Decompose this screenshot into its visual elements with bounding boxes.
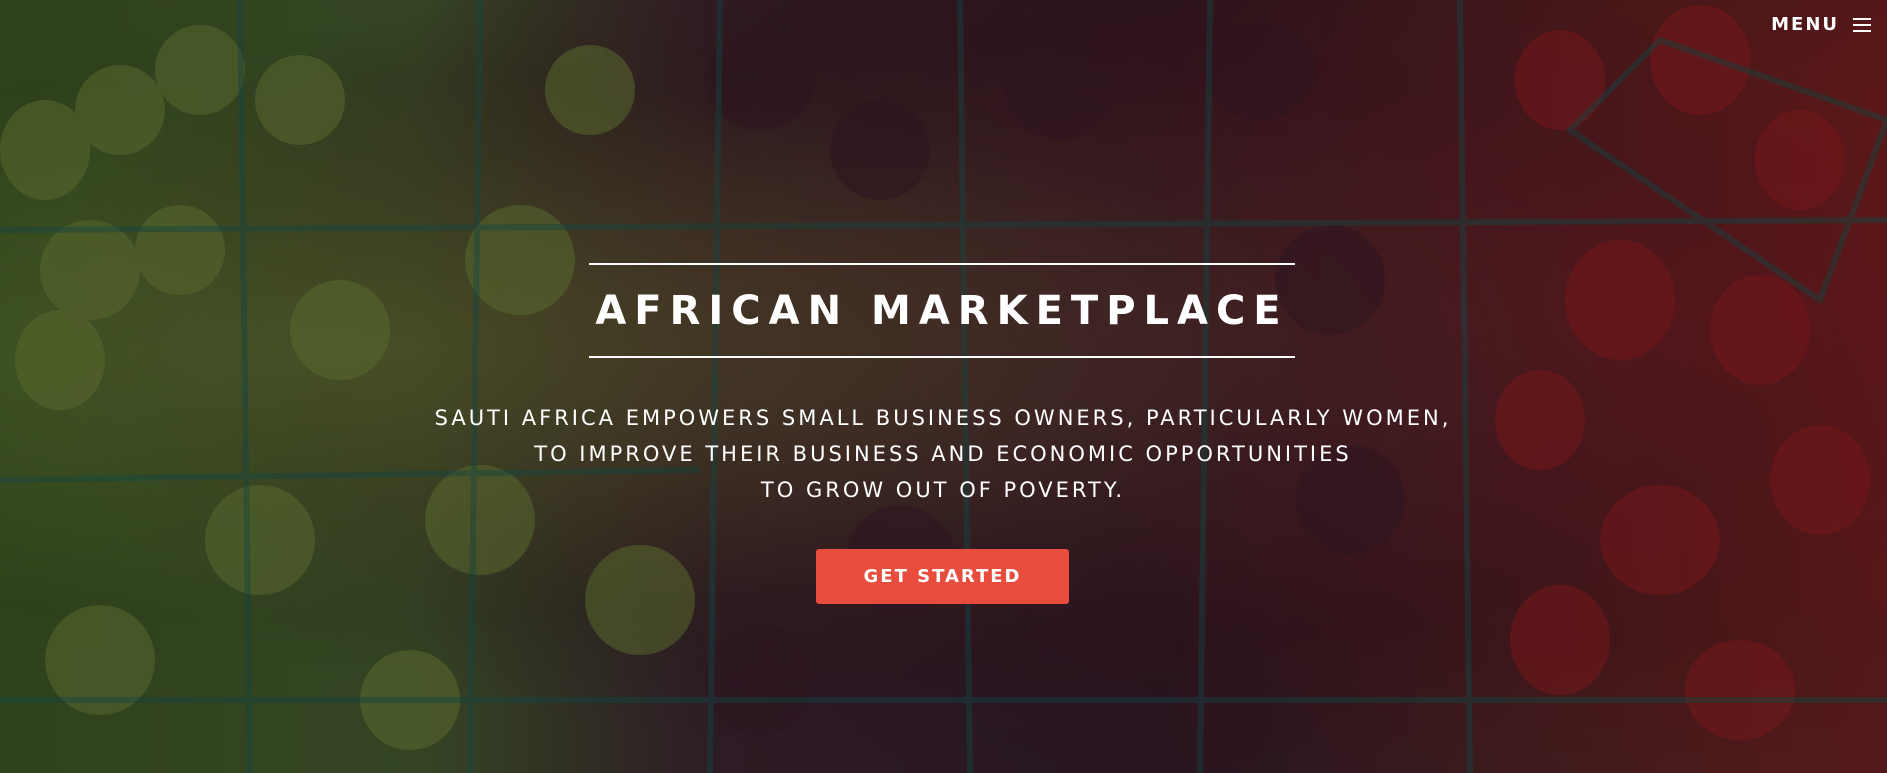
- title-frame: AFRICAN MARKETPLACE: [589, 263, 1295, 358]
- hamburger-menu-icon[interactable]: [1853, 17, 1871, 32]
- menu-button[interactable]: MENU: [1771, 14, 1871, 35]
- menu-label: MENU: [1771, 14, 1839, 35]
- page-title: AFRICAN MARKETPLACE: [595, 287, 1289, 334]
- subtitle-line-2: TO IMPROVE THEIR BUSINESS AND ECONOMIC O…: [534, 442, 1352, 466]
- subtitle-line-3: TO GROW OUT OF POVERTY.: [760, 478, 1126, 502]
- hero-content: AFRICAN MARKETPLACE SAUTI AFRICA EMPOWER…: [0, 0, 1887, 773]
- get-started-button[interactable]: GET STARTED: [816, 549, 1069, 604]
- hero-section: MENU AFRICAN MARKETPLACE SAUTI AFRICA EM…: [0, 0, 1887, 773]
- hero-subtitle: SAUTI AFRICA EMPOWERS SMALL BUSINESS OWN…: [343, 400, 1543, 508]
- subtitle-line-1: SAUTI AFRICA EMPOWERS SMALL BUSINESS OWN…: [434, 406, 1452, 430]
